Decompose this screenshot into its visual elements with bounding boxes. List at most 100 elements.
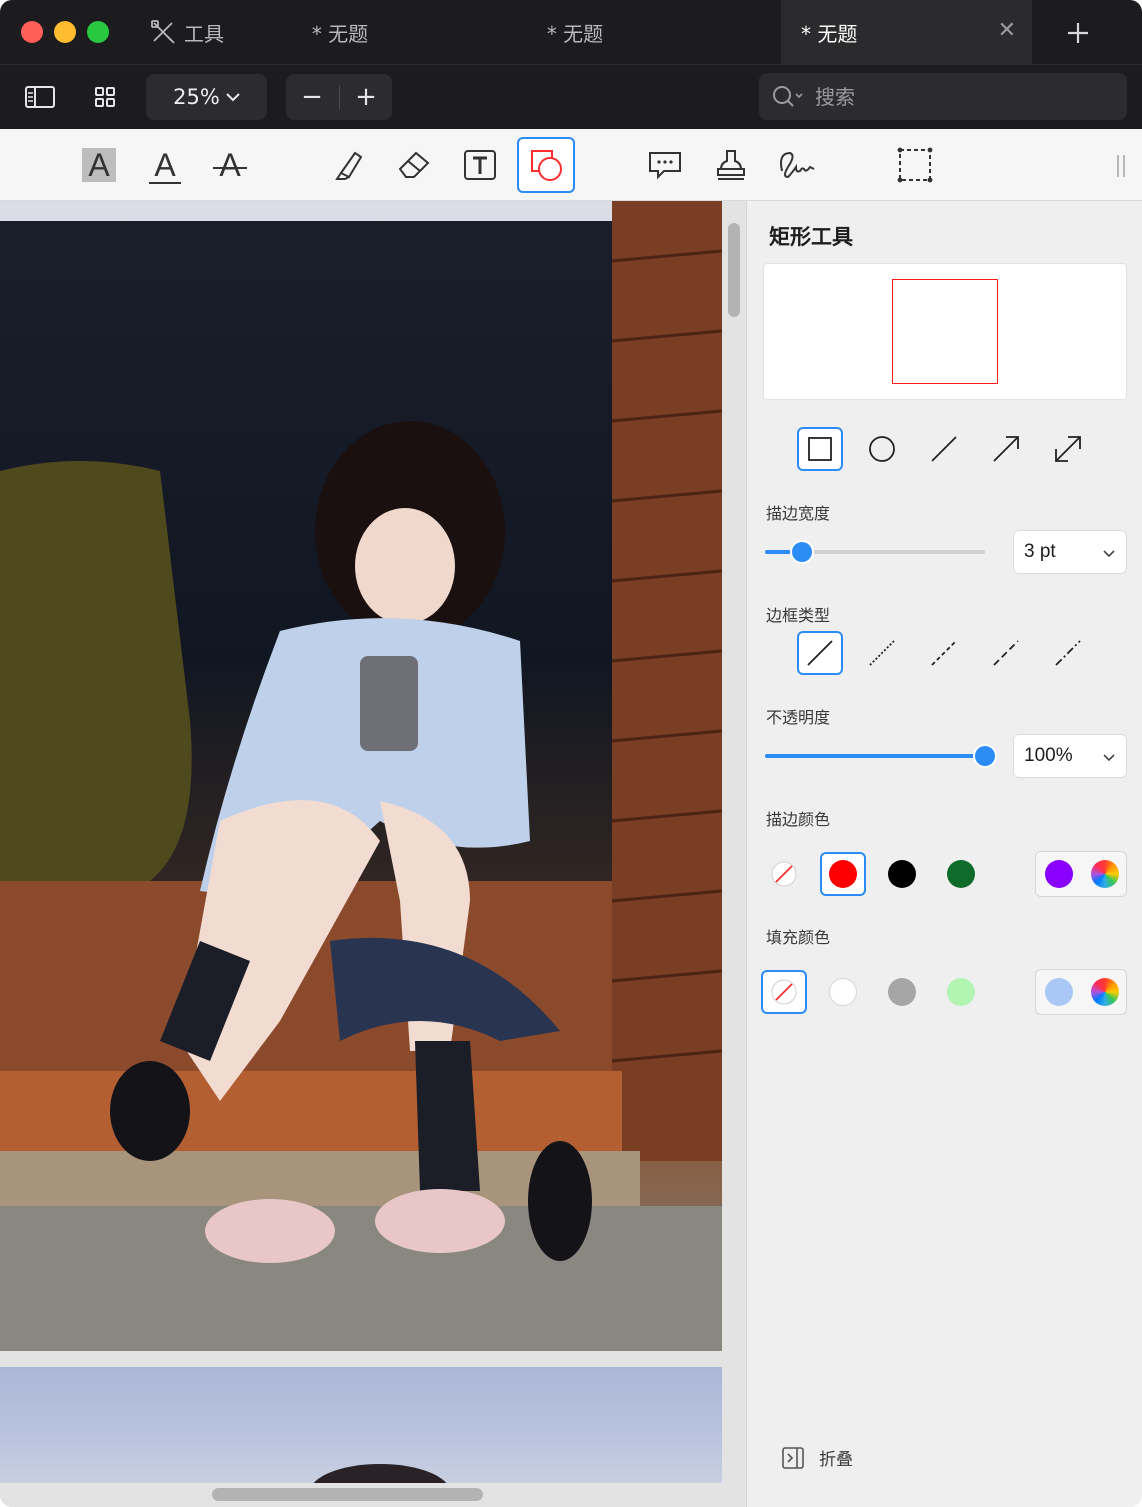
grid-view-button[interactable]: [85, 81, 125, 113]
strikethrough-text-icon: A: [213, 146, 248, 184]
shape-arrow-button[interactable]: [983, 427, 1029, 471]
fill-color-label: 填充颜色: [766, 928, 831, 947]
underline-text-icon: A: [149, 147, 181, 184]
main-toolbar: 25% − +: [0, 64, 1142, 129]
highlighter-pen-icon: [335, 151, 363, 180]
highlighter-tool[interactable]: [320, 137, 378, 193]
opacity-select[interactable]: 100%: [1013, 734, 1127, 778]
fill-color-light-green-swatch[interactable]: [938, 970, 984, 1014]
close-tab-icon[interactable]: ✕: [998, 20, 1016, 42]
tab-document-1[interactable]: * 无题: [280, 0, 400, 64]
stroke-custom-color-group: [1035, 851, 1127, 897]
stroke-color-black-swatch[interactable]: [879, 852, 925, 896]
double-arrow-icon: [1055, 436, 1081, 462]
text-box-tool[interactable]: [451, 137, 509, 193]
collapse-panel-button[interactable]: 折叠: [781, 1445, 853, 1470]
stroke-width-slider-thumb[interactable]: [792, 542, 812, 562]
document-view[interactable]: [0, 201, 746, 1507]
stroke-color-green-swatch[interactable]: [938, 852, 984, 896]
dashed-line-icon: [931, 640, 957, 666]
tools-icon: [151, 20, 175, 44]
signature-tool[interactable]: [767, 137, 825, 193]
fill-color-picker-button[interactable]: [1082, 970, 1128, 1014]
light-blue-color-dot: [1045, 978, 1073, 1006]
stroke-width-select[interactable]: 3 pt: [1013, 530, 1127, 574]
search-field[interactable]: [759, 73, 1127, 120]
text-box-icon: [464, 150, 496, 180]
stroke-width-slider[interactable]: [765, 542, 985, 562]
chevron-down-icon: [1103, 754, 1115, 762]
border-dashed-button[interactable]: [921, 631, 967, 675]
stroke-width-value: 3 pt: [1024, 541, 1056, 562]
shape-properties-panel: 矩形工具 描边宽度 3 pt 边框类型 不透明度 100% 描边颜色 填充颜色 …: [746, 201, 1142, 1507]
long-dash-line-icon: [993, 640, 1019, 666]
close-window-button[interactable]: [21, 21, 43, 43]
strikethrough-text-tool[interactable]: A: [201, 137, 259, 193]
sidebar-icon: [25, 86, 55, 108]
shapes-icon: [531, 150, 562, 181]
tab-tools[interactable]: 工具: [150, 0, 280, 64]
tab-label: 工具: [184, 21, 224, 46]
zoom-in-button[interactable]: +: [340, 74, 392, 120]
grid-icon: [95, 87, 115, 107]
maximize-window-button[interactable]: [87, 21, 109, 43]
tab-document-3-active[interactable]: * 无题 ✕: [781, 0, 1032, 64]
horizontal-scrollbar[interactable]: [212, 1488, 483, 1501]
underline-text-tool[interactable]: A: [136, 137, 194, 193]
rectangle-select-tool[interactable]: [886, 137, 944, 193]
rectangle-icon: [808, 437, 832, 461]
arrow-icon: [993, 436, 1019, 462]
new-tab-button[interactable]: [1048, 14, 1108, 52]
shape-rectangle-button[interactable]: [797, 427, 843, 471]
minimize-window-button[interactable]: [54, 21, 76, 43]
opacity-slider-thumb[interactable]: [975, 746, 995, 766]
zoom-out-button[interactable]: −: [286, 74, 338, 120]
fill-color-white-swatch[interactable]: [820, 970, 866, 1014]
collapse-sidebar-icon: [782, 1446, 804, 1469]
fill-color-custom-swatch[interactable]: [1036, 970, 1082, 1014]
page-1-photo: [0, 201, 722, 1351]
shape-double-arrow-button[interactable]: [1045, 427, 1091, 471]
opacity-label: 不透明度: [766, 708, 831, 727]
shape-line-button[interactable]: [921, 427, 967, 471]
red-color-dot: [829, 860, 857, 888]
color-wheel-icon: [1091, 860, 1119, 888]
stamp-tool[interactable]: [702, 137, 760, 193]
light-green-color-dot: [947, 978, 975, 1006]
chevron-down-icon: [1103, 550, 1115, 558]
stroke-color-picker-button[interactable]: [1082, 852, 1128, 896]
border-dotted-button[interactable]: [859, 631, 905, 675]
dash-dot-line-icon: [1055, 640, 1081, 666]
shape-circle-button[interactable]: [859, 427, 905, 471]
fill-color-gray-swatch[interactable]: [879, 970, 925, 1014]
stroke-color-red-swatch[interactable]: [820, 852, 866, 896]
vertical-scrollbar[interactable]: [728, 223, 740, 317]
fill-color-none-swatch[interactable]: [761, 970, 807, 1014]
stroke-color-custom-swatch[interactable]: [1036, 852, 1082, 896]
opacity-slider-fill: [765, 754, 985, 758]
opacity-slider[interactable]: [765, 746, 995, 766]
stroke-color-none-swatch[interactable]: [761, 852, 807, 896]
title-bar: 工具 * 无题 * 无题 * 无题 ✕: [0, 0, 1142, 64]
highlight-text-tool[interactable]: A: [70, 137, 128, 193]
shapes-tool[interactable]: [517, 137, 575, 193]
plus-icon: [1068, 23, 1088, 43]
eraser-tool[interactable]: [385, 137, 443, 193]
toolbar-grip-handle[interactable]: [1117, 155, 1125, 177]
border-long-dash-button[interactable]: [983, 631, 1029, 675]
dotted-line-icon: [869, 640, 895, 666]
search-input[interactable]: [815, 84, 1115, 109]
border-solid-button[interactable]: [797, 631, 843, 675]
sidebar-toggle-button[interactable]: [20, 81, 60, 113]
highlight-letter: A: [88, 146, 110, 183]
signature-icon: [780, 151, 815, 179]
comment-tool[interactable]: [636, 137, 694, 193]
zoom-dropdown[interactable]: 25%: [146, 74, 267, 120]
strikethrough-letter: A: [219, 146, 241, 183]
tab-document-2[interactable]: * 无题: [500, 0, 650, 64]
fill-custom-color-group: [1035, 969, 1127, 1015]
border-dash-dot-button[interactable]: [1045, 631, 1091, 675]
page-2-photo: [0, 1367, 722, 1507]
circle-icon: [869, 436, 895, 462]
tab-label: * 无题: [546, 21, 604, 46]
